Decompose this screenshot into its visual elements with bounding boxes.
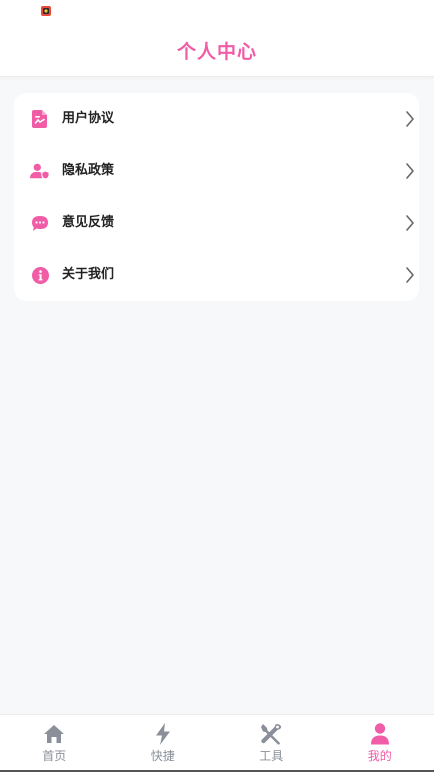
info-icon: [30, 265, 50, 285]
menu-item-feedback[interactable]: 意见反馈: [14, 197, 419, 249]
menu-item-label: 关于我们: [62, 267, 115, 282]
chat-bubble-icon: [30, 213, 50, 233]
header: 个人中心: [0, 0, 434, 77]
tab-shortcuts[interactable]: 快捷: [109, 715, 218, 772]
app-root: 个人中心 用户协议 隐私政策 意见反馈 关于我们 首页 快捷 工具 我的: [0, 0, 434, 772]
app-status-icon: [41, 6, 51, 16]
menu-item-label: 隐私政策: [62, 163, 115, 178]
menu-item-privacy-policy[interactable]: 隐私政策: [14, 145, 419, 197]
tab-home[interactable]: 首页: [0, 715, 109, 772]
tab-label: 快捷: [150, 749, 175, 763]
chevron-right-icon: [406, 267, 414, 283]
bottom-tab-bar: 首页 快捷 工具 我的: [0, 714, 434, 772]
chevron-right-icon: [406, 215, 414, 231]
chevron-right-icon: [406, 111, 414, 127]
tab-label: 工具: [259, 749, 284, 763]
tab-tools[interactable]: 工具: [217, 715, 326, 772]
tab-label: 我的: [367, 749, 392, 763]
menu-item-label: 意见反馈: [62, 215, 115, 230]
menu-item-label: 用户协议: [62, 111, 115, 126]
chevron-right-icon: [406, 163, 414, 179]
menu-item-about-us[interactable]: 关于我们: [14, 249, 419, 301]
lightning-icon: [152, 723, 174, 745]
menu-card: 用户协议 隐私政策 意见反馈 关于我们: [14, 93, 419, 301]
tab-label: 首页: [42, 749, 67, 763]
document-icon: [30, 109, 50, 129]
menu-item-user-agreement[interactable]: 用户协议: [14, 93, 419, 145]
tools-icon: [260, 723, 282, 745]
home-icon: [43, 723, 65, 745]
person-icon: [369, 723, 391, 745]
user-shield-icon: [30, 161, 50, 181]
tab-mine[interactable]: 我的: [326, 715, 434, 772]
page-title: 个人中心: [176, 41, 257, 63]
